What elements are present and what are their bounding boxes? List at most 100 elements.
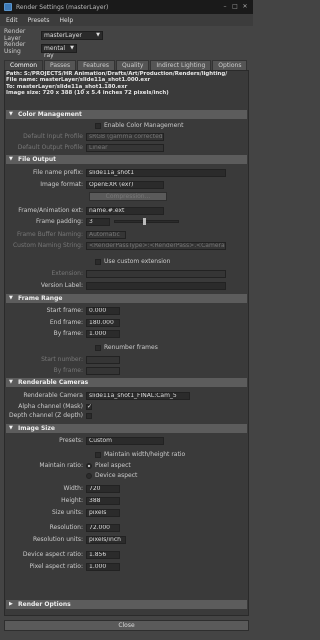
extension-input[interactable] (86, 269, 226, 278)
compression-button[interactable]: Compression... (89, 192, 167, 201)
compression-row: Compression... (6, 192, 247, 201)
enable-color-management-checkbox[interactable] (95, 122, 101, 129)
alpha-channel-label: Alpha channel (Mask) (18, 403, 83, 410)
device-aspect-option-label: Device aspect (95, 472, 138, 479)
slider-thumb[interactable] (143, 218, 146, 225)
tab-bar: Common Passes Features Quality Indirect … (4, 60, 248, 70)
render-using-dropdown[interactable]: mental ray ▼ (41, 43, 77, 59)
end-frame-label: End frame: (49, 319, 83, 326)
frame-animation-ext-label: Frame/Animation ext: (18, 207, 83, 214)
renderable-camera-dropdown[interactable]: slide11a_shot1_FINAL:Cam_5 (86, 391, 190, 400)
close-button[interactable]: Close (4, 620, 249, 631)
start-number-input[interactable] (86, 355, 120, 364)
start-frame-input[interactable]: 0.000 (86, 306, 120, 315)
resolution-units-label: Resolution units: (32, 536, 83, 543)
default-output-profile-dropdown[interactable]: Linear (86, 143, 164, 152)
app-icon (4, 3, 12, 11)
path-info: Path: S:/PROJECTS/HR Animation/Drafts/Ar… (6, 71, 246, 96)
device-aspect-ratio-label: Device aspect ratio: (22, 551, 83, 558)
frame-padding-input[interactable]: 3 (86, 217, 110, 226)
resolution-label: Resolution: (49, 524, 83, 531)
title-bar: Render Settings (masterLayer) – □ ✕ (0, 0, 253, 14)
by-frame-row: By frame: 1.000 (6, 329, 247, 338)
presets-row: Presets: Custom (6, 436, 247, 445)
frame-padding-slider[interactable] (114, 218, 179, 225)
device-aspect-radio[interactable] (86, 472, 92, 479)
pixel-aspect-radio[interactable] (86, 462, 92, 469)
file-name-prefix-input[interactable]: slide11a_shot1 (86, 168, 226, 177)
render-layer-dropdown[interactable]: masterLayer ▼ (41, 30, 103, 40)
frame-buffer-naming-row: Frame Buffer Naming: Automatic (6, 230, 247, 239)
tab-passes[interactable]: Passes (44, 60, 77, 70)
device-aspect-ratio-input[interactable]: 1.856 (86, 550, 120, 559)
render-using-value: mental ray (44, 44, 66, 59)
minimize-icon[interactable]: – (221, 3, 229, 11)
maximize-icon[interactable]: □ (231, 3, 239, 11)
resolution-row: Resolution: 72.000 (6, 523, 247, 532)
render-using-label: Render Using (4, 41, 26, 55)
file-name-prefix-label: File name prefix: (32, 169, 83, 176)
width-input[interactable]: 720 (86, 484, 120, 493)
image-format-dropdown[interactable]: OpenEXR (exr) (86, 180, 164, 189)
tab-quality[interactable]: Quality (115, 60, 150, 70)
end-frame-input[interactable]: 180.000 (86, 318, 120, 327)
tab-common[interactable]: Common (4, 60, 44, 70)
tab-options[interactable]: Options (212, 60, 248, 70)
resolution-input[interactable]: 72.000 (86, 523, 120, 532)
maintain-wh-ratio-label: Maintain width/height ratio (104, 451, 186, 458)
collapse-triangle-icon: ▼ (9, 295, 13, 301)
version-label-input[interactable] (86, 281, 226, 290)
frame-animation-ext-dropdown[interactable]: name.#.ext (86, 206, 164, 215)
collapse-triangle-icon: ▼ (9, 156, 13, 162)
extension-label: Extension: (51, 270, 83, 277)
use-custom-extension-checkbox[interactable] (95, 258, 101, 265)
collapse-triangle-icon: ▼ (9, 379, 13, 385)
section-image-size[interactable]: ▼ Image Size (6, 424, 247, 433)
section-file-output[interactable]: ▼ File Output (6, 155, 247, 164)
section-color-management[interactable]: ▼ Color Management (6, 110, 247, 119)
section-render-options[interactable]: ▶ Render Options (6, 600, 247, 609)
width-row: Width: 720 (6, 484, 247, 493)
depth-channel-label: Depth channel (Z depth) (9, 412, 83, 419)
start-number-label: Start number: (41, 356, 83, 363)
size-units-row: Size units: pixels (6, 508, 247, 517)
renumber-frames-row: Renumber frames (6, 343, 247, 352)
pixel-aspect-ratio-input[interactable]: 1.000 (86, 562, 120, 571)
by-frame-input[interactable]: 1.000 (86, 329, 120, 338)
enable-color-management-row: Enable Color Management (6, 121, 247, 130)
tab-features[interactable]: Features (77, 60, 115, 70)
tab-indirect-lighting[interactable]: Indirect Lighting (150, 60, 212, 70)
image-format-row: Image format: OpenEXR (exr) (6, 180, 247, 189)
resolution-units-dropdown[interactable]: pixels/inch (86, 535, 126, 544)
section-title: Render Options (18, 601, 71, 608)
depth-channel-checkbox[interactable] (86, 412, 92, 419)
render-layer-value: masterLayer (44, 31, 82, 39)
menu-edit[interactable]: Edit (6, 17, 18, 24)
maintain-wh-ratio-checkbox[interactable] (95, 451, 101, 458)
device-aspect-ratio-row: Device aspect ratio: 1.856 (6, 550, 247, 559)
size-units-dropdown[interactable]: pixels (86, 508, 120, 517)
menu-presets[interactable]: Presets (28, 17, 50, 24)
renumber-frames-checkbox[interactable] (95, 344, 101, 351)
menu-help[interactable]: Help (59, 17, 73, 24)
use-custom-extension-row: Use custom extension (6, 257, 247, 266)
by-frame-label: By frame: (53, 330, 83, 337)
custom-naming-string-row: Custom Naming String: <RenderPassType>:<… (6, 241, 247, 250)
frame-buffer-naming-label: Frame Buffer Naming: (16, 231, 83, 238)
custom-naming-string-input[interactable]: <RenderPassType>:<RenderPass>.<Camera> (86, 241, 226, 250)
section-frame-range[interactable]: ▼ Frame Range (6, 294, 247, 303)
render-layer-row: Render Layer masterLayer ▼ (4, 28, 103, 42)
default-input-profile-dropdown[interactable]: sRGB (gamma corrected) (86, 132, 164, 141)
extension-row: Extension: (6, 269, 247, 278)
by-number-input[interactable] (86, 366, 120, 375)
close-window-icon[interactable]: ✕ (241, 3, 249, 11)
renderable-camera-label: Renderable Camera (23, 392, 83, 399)
height-input[interactable]: 388 (86, 496, 120, 505)
alpha-channel-checkbox[interactable] (86, 403, 92, 410)
presets-dropdown[interactable]: Custom (86, 436, 164, 445)
height-label: Height: (61, 497, 83, 504)
pixel-aspect-ratio-row: Pixel aspect ratio: 1.000 (6, 562, 247, 571)
section-renderable-cameras[interactable]: ▼ Renderable Cameras (6, 378, 247, 387)
frame-buffer-naming-dropdown[interactable]: Automatic (86, 230, 126, 239)
chevron-down-icon: ▼ (96, 31, 100, 38)
